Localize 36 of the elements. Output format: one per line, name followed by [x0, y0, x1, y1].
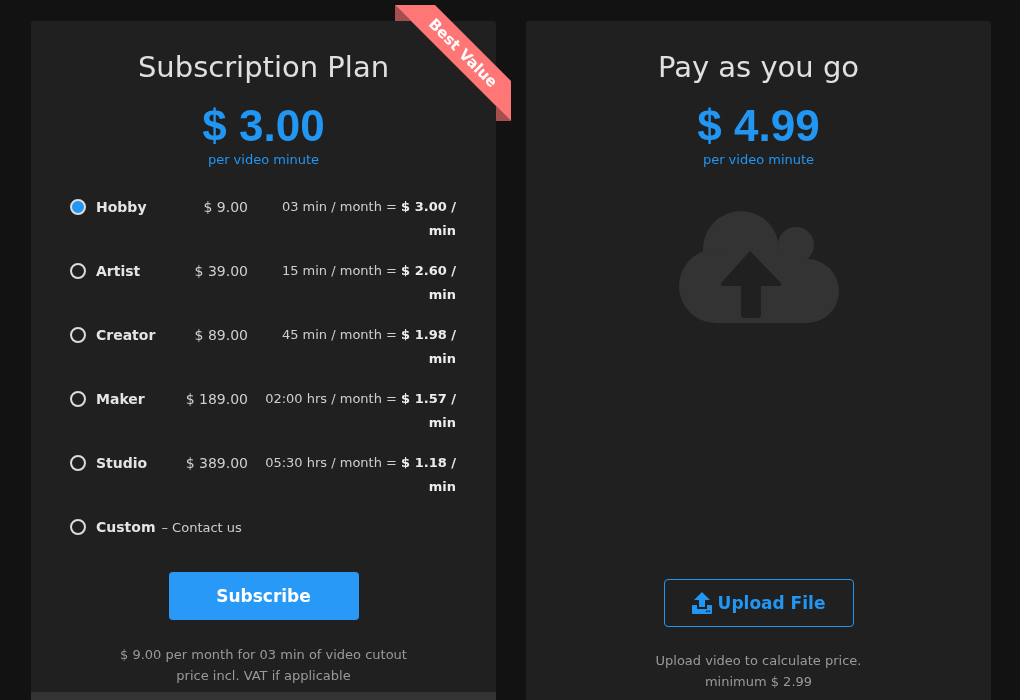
upload-icon	[691, 592, 712, 614]
plan-price: $ 9.00	[203, 198, 248, 217]
footnote: $ 9.00 per month for 03 min of video cutout	[120, 646, 407, 664]
radio-button[interactable]	[70, 391, 86, 407]
upload-file-button[interactable]: Upload File	[663, 579, 854, 627]
radio-button[interactable]	[70, 519, 86, 535]
plan-rate: 03 min / month = $ 3.00 / min	[280, 198, 456, 240]
plan-rate: 05:30 hrs / month = $ 1.18 / min	[264, 454, 456, 496]
card-title: Pay as you go	[657, 49, 860, 85]
plan-price: $ 189.00	[185, 390, 248, 409]
radio-button[interactable]	[70, 455, 86, 471]
price-amount: $ 4.99	[697, 101, 820, 151]
contact-note: – Contact us	[161, 519, 242, 537]
plan-price: $ 389.00	[185, 454, 248, 473]
plan-name: Hobby	[96, 198, 148, 217]
plan-rate: 02:00 hrs / month = $ 1.57 / min	[264, 390, 456, 432]
plan-name: Studio	[96, 454, 149, 473]
radio-button[interactable]	[70, 263, 86, 279]
radio-button[interactable]	[70, 199, 86, 215]
footnote: Upload video to calculate price.	[655, 652, 862, 670]
plan-name: Maker	[96, 390, 146, 409]
price-unit: per video minute	[702, 151, 815, 169]
plan-price: $ 39.00	[194, 262, 248, 281]
plan-rate: 45 min / month = $ 1.98 / min	[280, 326, 456, 368]
plan-name: Custom	[96, 518, 156, 537]
plan-rate: 15 min / month = $ 2.60 / min	[280, 262, 456, 304]
plan-name: Artist	[96, 262, 142, 281]
footnote: minimum $ 2.99	[704, 673, 813, 691]
card-title: Subscription Plan	[137, 49, 390, 85]
price-amount: $ 3.00	[202, 101, 325, 151]
plan-name: Creator	[96, 326, 157, 345]
plan-price: $ 89.00	[194, 326, 248, 345]
footnote: price incl. VAT if applicable	[176, 667, 351, 685]
price-unit: per video minute	[207, 151, 320, 169]
subscribe-button[interactable]: Subscribe	[168, 572, 359, 620]
radio-button[interactable]	[70, 327, 86, 343]
